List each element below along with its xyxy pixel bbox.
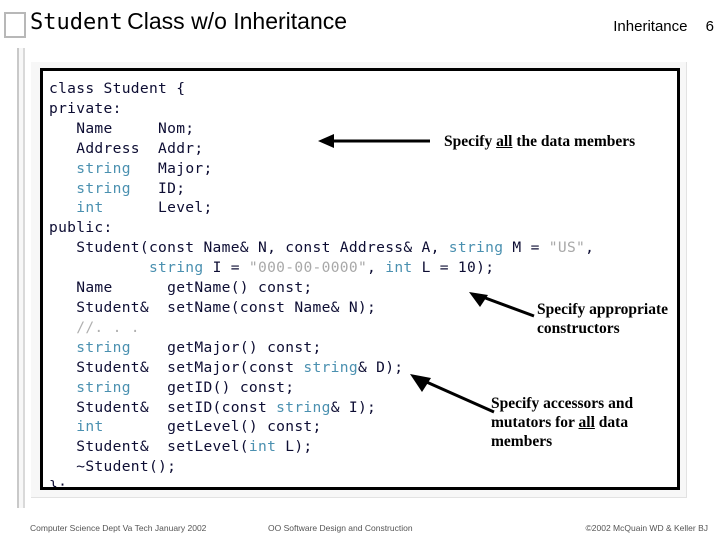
- annotation-constructors: Specify appropriate constructors: [537, 301, 669, 337]
- page-title-code-part: Student: [30, 10, 123, 35]
- annotation-accessors-emphasis: all: [578, 414, 595, 431]
- annotation-data-members: Specify all the data members: [444, 132, 635, 151]
- section-label: Inheritance: [613, 18, 688, 35]
- footer-copyright: ©2002 McQuain WD & Keller BJ: [585, 523, 708, 533]
- footer-attribution: Computer Science Dept Va Tech January 20…: [30, 523, 207, 533]
- slide-header: Student Class w/o Inheritance: [30, 8, 712, 42]
- page-title-text-part: Class w/o Inheritance: [127, 8, 348, 34]
- annotation-data-members-before: Specify: [444, 133, 497, 150]
- slide-left-rail: [17, 48, 25, 508]
- page-number: 6: [705, 18, 714, 35]
- slide-footer: Computer Science Dept Va Tech January 20…: [0, 522, 720, 540]
- slide-bullet-square: [4, 12, 26, 38]
- annotation-accessors: Specify accessors and mutators for all d…: [491, 394, 666, 451]
- footer-course-title: OO Software Design and Construction: [268, 523, 413, 533]
- annotation-data-members-emphasis: all: [496, 133, 513, 150]
- header-section-info: Inheritance 6: [613, 18, 714, 35]
- annotation-data-members-after: the data members: [512, 133, 636, 150]
